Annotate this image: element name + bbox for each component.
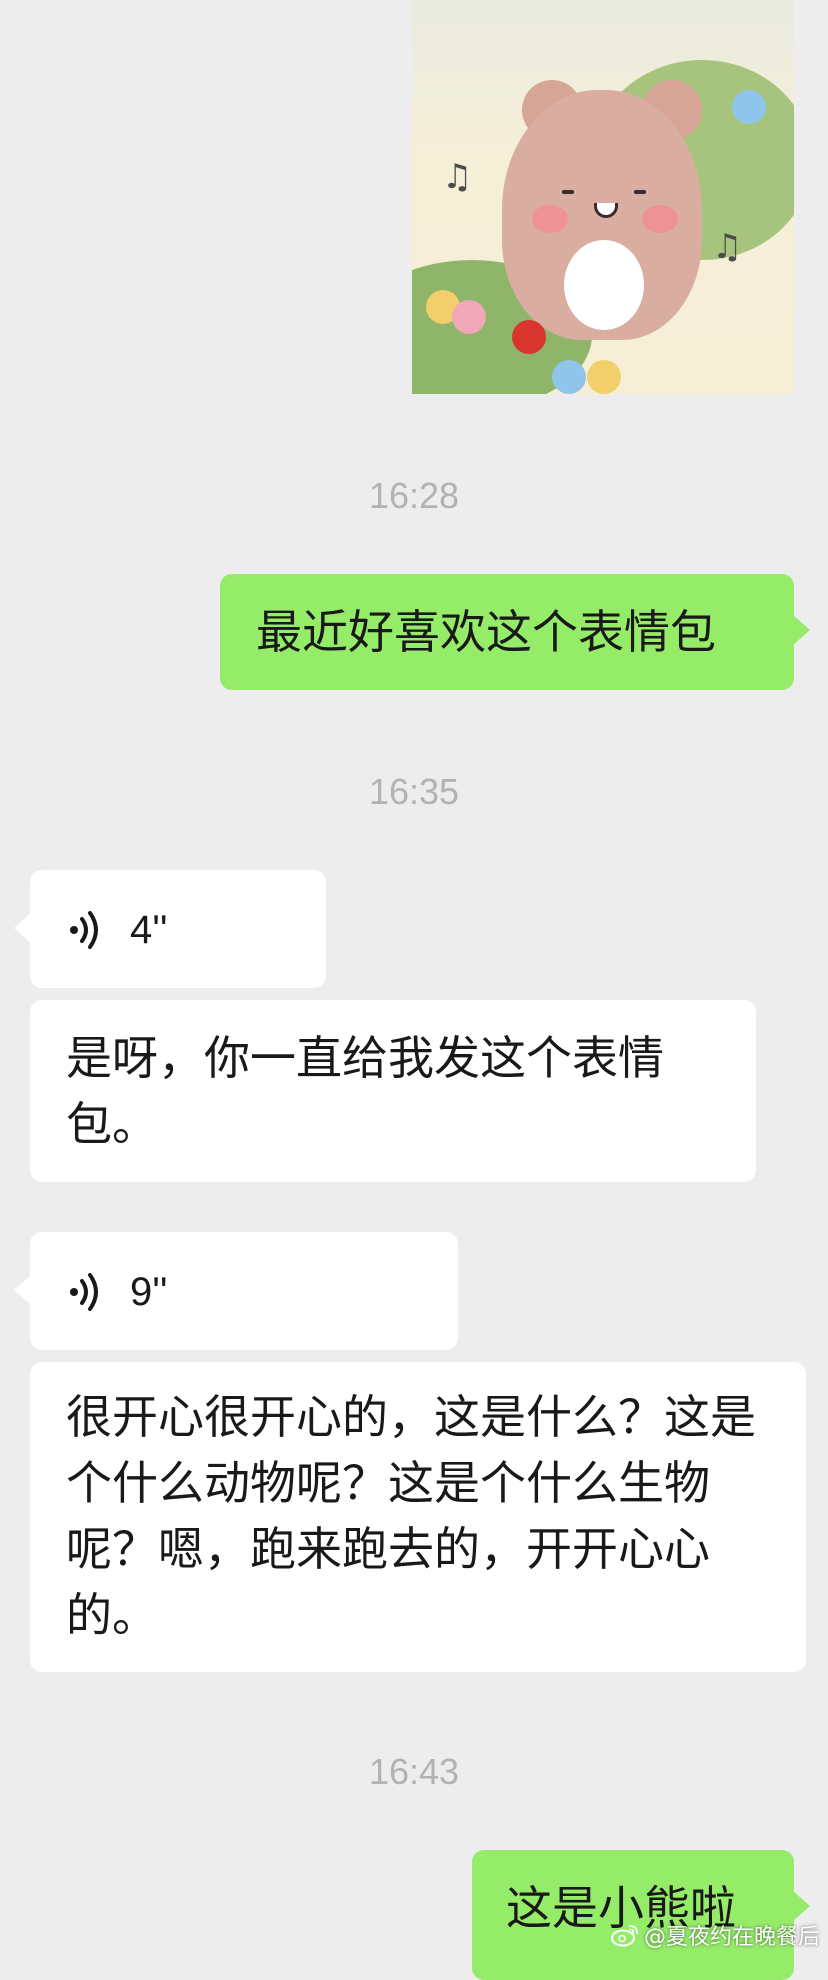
voice-duration: 4'' <box>130 908 168 952</box>
sticker-flower <box>452 300 486 334</box>
timestamp: 16:28 <box>368 475 460 516</box>
message-text: 是呀，你一直给我发这个表情包。 <box>66 1031 664 1151</box>
bubble-tail <box>14 914 30 942</box>
message-text: 很开心很开心的，这是什么？这是个什么动物呢？这是个什么生物呢？嗯，跑来跑去的，开… <box>66 1390 756 1642</box>
sticker-flower <box>587 360 621 394</box>
voice-wave-icon <box>70 911 98 949</box>
received-message-bubble[interactable]: 很开心很开心的，这是什么？这是个什么动物呢？这是个什么生物呢？嗯，跑来跑去的，开… <box>30 1362 806 1672</box>
voice-duration: 9'' <box>130 1270 168 1314</box>
voice-wave-icon <box>70 1273 98 1311</box>
weibo-logo-icon <box>610 1925 638 1947</box>
sticker-bear-eye <box>634 190 646 194</box>
sticker-image-bear[interactable]: ♫ ♫ <box>412 0 794 394</box>
message-text: 最近好喜欢这个表情包 <box>256 605 716 659</box>
sticker-bear-cheek <box>642 205 678 233</box>
sticker-bear-eye <box>562 190 574 194</box>
bubble-tail <box>14 1276 30 1304</box>
sticker-music-note: ♫ <box>442 157 473 197</box>
bubble-tail <box>794 1892 810 1920</box>
sticker-flower <box>552 360 586 394</box>
sticker-bear-cheek <box>532 205 568 233</box>
received-message-bubble[interactable]: 是呀，你一直给我发这个表情包。 <box>30 1000 756 1182</box>
sent-message-bubble[interactable]: 最近好喜欢这个表情包 <box>220 574 794 690</box>
sticker-music-note: ♫ <box>712 227 743 267</box>
sticker-bear-belly <box>564 240 644 330</box>
sticker-flower <box>732 90 766 124</box>
timestamp: 16:43 <box>368 1751 460 1792</box>
timestamp: 16:35 <box>368 771 460 812</box>
voice-message-bubble[interactable]: 9'' <box>30 1232 458 1350</box>
watermark-text: @夏夜约在晚餐后 <box>643 1925 820 1950</box>
chat-area: ♫ ♫ 16:28 最近好喜欢这个表情包 16:35 4'' 是呀，你一直给我发… <box>0 0 828 1980</box>
sent-message-bubble[interactable]: 这是小熊啦 <box>472 1850 794 1980</box>
bubble-tail <box>794 616 810 644</box>
sticker-flower <box>512 320 546 354</box>
voice-message-bubble[interactable]: 4'' <box>30 870 326 988</box>
watermark: @夏夜约在晚餐后 <box>610 1918 820 1952</box>
